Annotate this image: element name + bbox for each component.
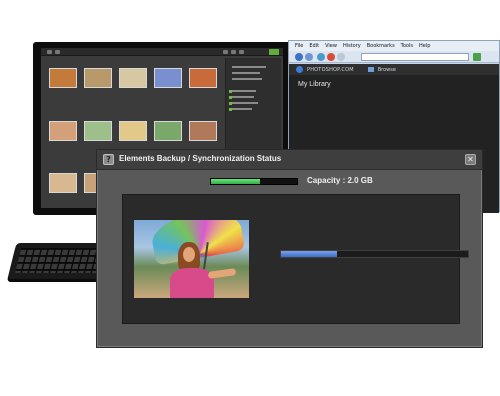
capacity-fill	[211, 179, 261, 184]
photo-thumbnail[interactable]	[49, 68, 77, 88]
photo-thumbnail[interactable]	[84, 120, 112, 141]
organizer-toolbar	[41, 48, 283, 56]
panel-item[interactable]	[232, 72, 260, 74]
photo-thumbnail[interactable]	[49, 120, 77, 141]
photo-thumbnail[interactable]	[154, 68, 182, 88]
upload-progress-fill	[281, 251, 338, 257]
panel-item[interactable]	[232, 96, 254, 98]
panel-item[interactable]	[232, 66, 266, 68]
organizer-tab[interactable]	[269, 49, 279, 55]
toolbar-button[interactable]	[47, 50, 52, 54]
photoshop-logo-icon	[296, 66, 303, 73]
photo-thumbnail[interactable]	[154, 120, 182, 141]
go-button[interactable]	[473, 53, 481, 61]
photo-thumbnail[interactable]	[119, 120, 147, 141]
dialog-title: Elements Backup / Synchronization Status	[119, 154, 282, 163]
menu-item-help[interactable]: Help	[419, 43, 430, 49]
toolbar-button[interactable]	[231, 50, 236, 54]
dialog-titlebar[interactable]: ? Elements Backup / Synchronization Stat…	[97, 150, 482, 170]
library-title: My Library	[298, 81, 331, 88]
person-arm-graphic	[207, 268, 237, 279]
stop-icon[interactable]	[327, 53, 335, 61]
backup-status-dialog: ? Elements Backup / Synchronization Stat…	[96, 149, 483, 348]
panel-item[interactable]	[232, 90, 256, 92]
person-face-graphic	[183, 247, 195, 262]
forward-icon[interactable]	[305, 53, 313, 61]
menu-item-view[interactable]: View	[325, 43, 337, 49]
sync-panel	[122, 194, 469, 324]
menu-item-file[interactable]: File	[295, 43, 303, 49]
reload-icon[interactable]	[317, 53, 325, 61]
browser-menubar: File Edit View History Bookmarks Tools Help	[289, 41, 499, 51]
home-icon[interactable]	[337, 53, 345, 61]
toolbar-button[interactable]	[239, 50, 244, 54]
browser-navbar	[289, 51, 499, 63]
url-input[interactable]	[361, 53, 469, 61]
photo-thumbnail[interactable]	[189, 120, 217, 141]
capacity-label: Capacity : 2.0 GB	[307, 176, 373, 185]
photo-thumbnail[interactable]	[84, 68, 112, 88]
photo-thumbnail[interactable]	[189, 68, 217, 88]
photo-thumbnail[interactable]	[119, 68, 147, 88]
site-brand[interactable]: PHOTOSHOP.COM	[307, 67, 354, 73]
nav-browse-link[interactable]: Browse	[378, 67, 396, 73]
app-icon: ?	[103, 154, 114, 165]
close-icon[interactable]: ✕	[465, 154, 476, 165]
photo-thumbnail[interactable]	[49, 173, 77, 194]
site-navbar: PHOTOSHOP.COM Browse	[289, 64, 499, 75]
home-icon[interactable]	[367, 67, 374, 72]
back-icon[interactable]	[295, 53, 303, 61]
menu-item-history[interactable]: History	[343, 43, 361, 49]
capacity-bar	[210, 178, 298, 185]
toolbar-button[interactable]	[223, 50, 228, 54]
menu-item-edit[interactable]: Edit	[309, 43, 319, 49]
toolbar-button[interactable]	[55, 50, 60, 54]
upload-progress-bar	[280, 250, 469, 258]
menu-item-tools[interactable]: Tools	[401, 43, 413, 49]
panel-item[interactable]	[232, 78, 262, 80]
menu-item-bookmarks[interactable]: Bookmarks	[367, 43, 395, 49]
current-photo-thumbnail	[134, 220, 249, 298]
panel-item[interactable]	[232, 102, 258, 104]
panel-item[interactable]	[232, 108, 252, 110]
